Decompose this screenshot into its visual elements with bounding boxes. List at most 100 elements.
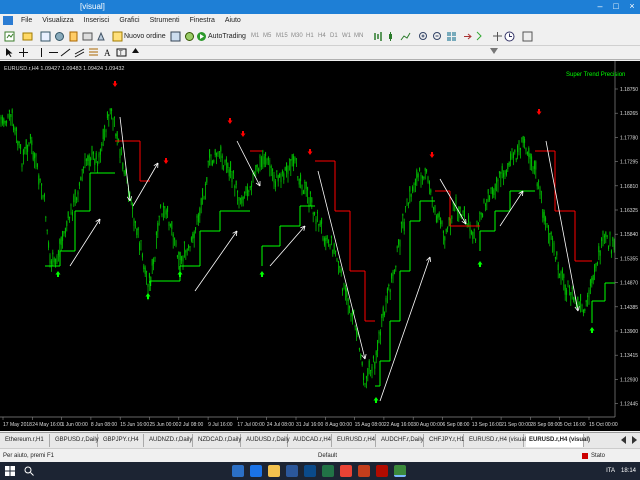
text-tool-icon[interactable]: A: [102, 47, 113, 58]
chart-shift-marker-icon[interactable]: [490, 48, 498, 54]
indicators-icon[interactable]: [492, 31, 503, 42]
cursor-icon[interactable]: [4, 47, 15, 58]
date-tick-label: 5 Oct 16:00: [560, 422, 586, 428]
autotrading-icon[interactable]: [196, 31, 207, 42]
chart-tab[interactable]: EURUSD.r,H4 (visual): [466, 434, 528, 447]
metaeditor-icon[interactable]: [170, 31, 181, 42]
channel-icon[interactable]: [74, 47, 85, 58]
minimize-button[interactable]: –: [592, 0, 608, 14]
menu-window[interactable]: Finestra: [185, 14, 220, 27]
timeframe-m5[interactable]: M5: [263, 31, 271, 42]
arrows-tool-icon[interactable]: [130, 47, 141, 58]
profiles-icon[interactable]: [22, 31, 33, 42]
menu-tools[interactable]: Strumenti: [145, 14, 185, 27]
signals-icon[interactable]: [184, 31, 195, 42]
svg-text:A: A: [104, 48, 111, 58]
new-order-button[interactable]: Nuovo ordine: [124, 30, 166, 43]
timeframe-m1[interactable]: M1: [251, 31, 259, 42]
metatrader-task-icon[interactable]: [394, 465, 406, 477]
price-tick-label: 1.13900: [620, 329, 638, 335]
chart-canvas[interactable]: 1.18750 1.18265 1.17780 1.17295 1.16810 1.163…: [0, 61, 640, 431]
strategy-tester-icon[interactable]: [96, 31, 107, 42]
file-explorer-icon[interactable]: [268, 465, 280, 477]
outlook-icon[interactable]: [304, 465, 316, 477]
line-chart-icon[interactable]: [400, 31, 411, 42]
date-tick-label: 13 Sep 16:00: [472, 422, 502, 428]
autoscroll-icon[interactable]: [476, 31, 487, 42]
templates-icon[interactable]: [522, 31, 533, 42]
price-tick-label: 1.18265: [620, 111, 638, 117]
tray-language[interactable]: ITA: [606, 462, 615, 480]
menu-view[interactable]: Visualizza: [37, 14, 78, 27]
acrobat-icon[interactable]: [376, 465, 388, 477]
label-tool-icon[interactable]: T: [116, 47, 127, 58]
chart-tab[interactable]: AUDCHF.r,Daily: [378, 434, 424, 447]
chart-tab[interactable]: AUDUSD.r,Daily: [243, 434, 290, 447]
terminal-icon[interactable]: [82, 31, 93, 42]
menu-charts[interactable]: Grafici: [114, 14, 144, 27]
tray-clock[interactable]: 18:14: [621, 462, 636, 480]
periods-clock-icon[interactable]: [504, 31, 515, 42]
tile-windows-icon[interactable]: [446, 31, 457, 42]
candlestick-icon[interactable]: [386, 31, 397, 42]
window-title: [visual]: [80, 2, 105, 11]
search-icon[interactable]: [24, 466, 34, 476]
new-chart-icon[interactable]: [4, 31, 15, 42]
navigator-icon[interactable]: [68, 31, 79, 42]
fibonacci-icon[interactable]: [88, 47, 99, 58]
data-window-icon[interactable]: [54, 31, 65, 42]
bar-chart-icon[interactable]: [372, 31, 383, 42]
powerpoint-icon[interactable]: [358, 465, 370, 477]
date-tick-label: 24 May 16:00: [32, 422, 63, 428]
new-order-icon[interactable]: [112, 31, 123, 42]
chart-shift-icon[interactable]: [462, 31, 473, 42]
timeframe-h1[interactable]: H1: [306, 31, 314, 42]
chart-tab[interactable]: AUDCAD.r,H4: [290, 434, 332, 447]
horizontal-line-icon[interactable]: [48, 47, 59, 58]
edge-browser-icon[interactable]: [250, 465, 262, 477]
timeframe-m15[interactable]: M15: [276, 31, 288, 42]
task-view-icon[interactable]: [232, 465, 244, 477]
zoom-in-icon[interactable]: [418, 31, 429, 42]
menu-help[interactable]: Aiuto: [220, 14, 246, 27]
chart-tab[interactable]: GBPUSD.r,Daily: [52, 434, 99, 447]
word-icon[interactable]: [286, 465, 298, 477]
timeframe-mn[interactable]: MN: [354, 31, 363, 42]
price-tick-label: 1.18750: [620, 87, 638, 93]
timeframe-h4[interactable]: H4: [318, 31, 326, 42]
menu-file[interactable]: File: [16, 14, 37, 27]
tab-scroll-left-icon[interactable]: [620, 436, 628, 444]
price-tick-label: 1.17780: [620, 135, 638, 141]
tab-scroll-right-icon[interactable]: [630, 436, 638, 444]
timeframe-m30[interactable]: M30: [291, 31, 303, 42]
vertical-line-icon[interactable]: [36, 47, 47, 58]
chrome-icon[interactable]: [340, 465, 352, 477]
date-tick-label: 2 Jul 08:00: [179, 422, 204, 428]
chart-tab[interactable]: EURUSD.r,H4 (visual): [526, 434, 590, 447]
symbol-info: EURUSD.r,H4 1.09427 1.09483 1.09424 1.09…: [4, 66, 124, 72]
excel-icon[interactable]: [322, 465, 334, 477]
timeframe-d1[interactable]: D1: [330, 31, 338, 42]
timeframe-w1[interactable]: W1: [342, 31, 351, 42]
price-tick-label: 1.14385: [620, 305, 638, 311]
market-watch-icon[interactable]: [40, 31, 51, 42]
chart-tab[interactable]: Ethereum.r,H1: [2, 434, 50, 447]
price-chart[interactable]: 1.18750 1.18265 1.17780 1.17295 1.16810 1.163…: [0, 61, 640, 431]
app-icon[interactable]: [3, 16, 13, 25]
chart-tab[interactable]: NZDCAD.r,Daily: [195, 434, 241, 447]
chart-tab[interactable]: GBPJPY.r,H4: [100, 434, 144, 447]
zoom-out-icon[interactable]: [432, 31, 443, 42]
date-tick-label: 31 Jul 16:00: [296, 422, 323, 428]
chart-tab[interactable]: CHFJPY.r,H1: [426, 434, 464, 447]
trendline-icon[interactable]: [60, 47, 71, 58]
close-button[interactable]: ×: [624, 0, 640, 14]
chart-tab[interactable]: EURUSD.r,H4: [334, 434, 376, 447]
taskbar: ITA 18:14: [0, 462, 640, 480]
menu-insert[interactable]: Inserisci: [79, 14, 115, 27]
chart-tab[interactable]: AUDNZD.r,Daily: [146, 434, 193, 447]
price-tick-label: 1.12445: [620, 402, 638, 408]
crosshair-icon[interactable]: [18, 47, 29, 58]
autotrading-button[interactable]: AutoTrading: [208, 30, 246, 43]
start-windows-icon[interactable]: [5, 466, 15, 476]
maximize-button[interactable]: □: [608, 0, 624, 14]
